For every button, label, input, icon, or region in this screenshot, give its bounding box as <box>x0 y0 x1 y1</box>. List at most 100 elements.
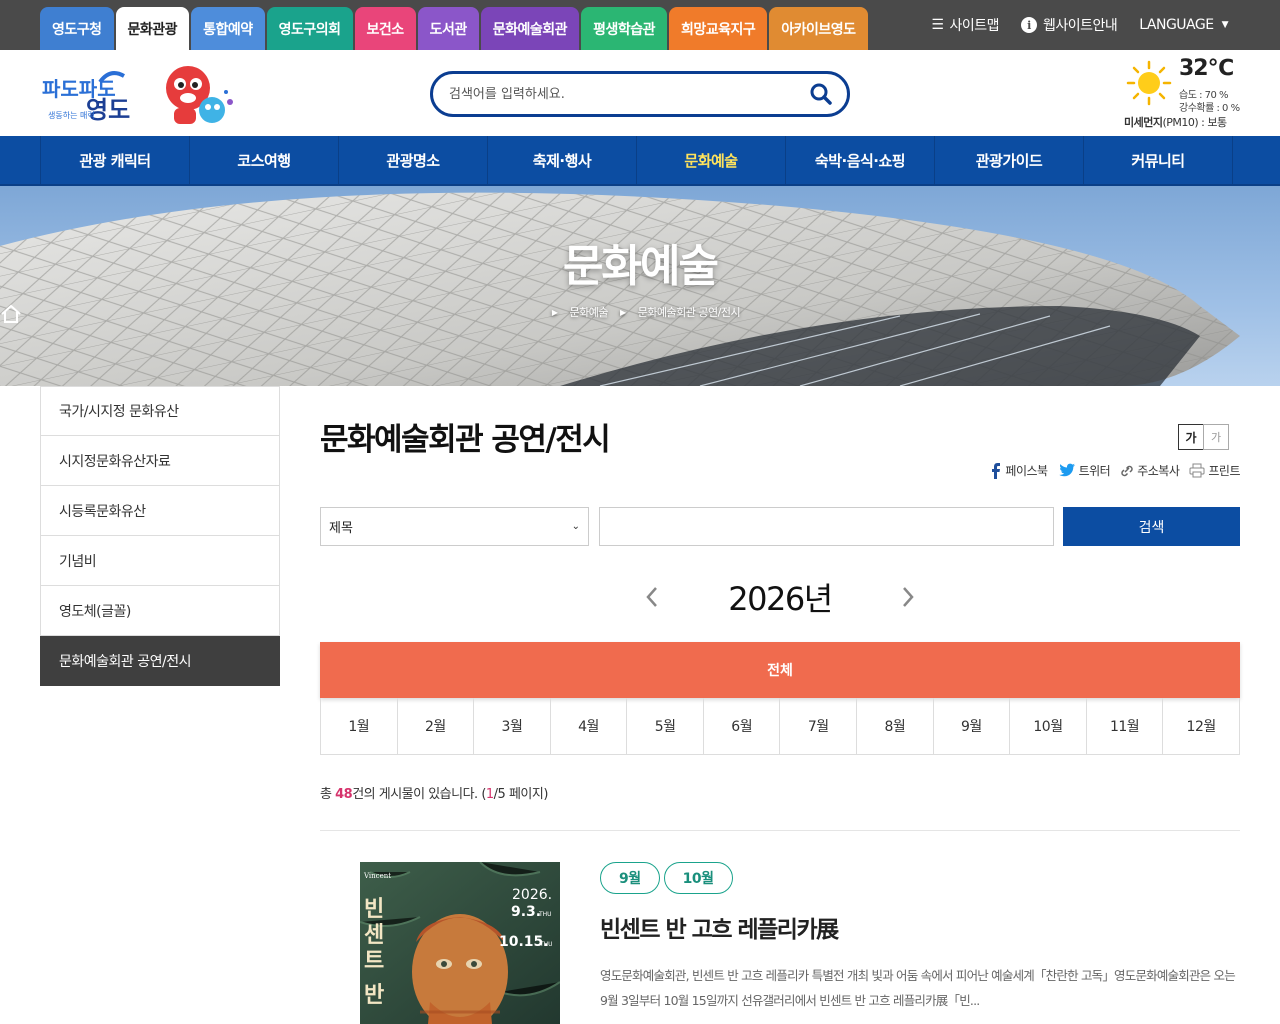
site-logo[interactable]: 파도파도 영도 생동하는 매력 <box>40 62 240 132</box>
month-tab[interactable]: 6월 <box>704 698 781 754</box>
main-navigation: 관광 캐릭터 코스여행 관광명소 축제·행사 문화예술 숙박·음식·쇼핑 관광가이드 커뮤니티 <box>0 136 1280 186</box>
chevron-right-icon[interactable] <box>896 582 920 612</box>
sun-icon <box>1126 60 1172 106</box>
website-guide-label: 웹사이트안내 <box>1043 18 1118 34</box>
search-input[interactable] <box>449 86 809 102</box>
site-tab[interactable]: 도서관 <box>417 7 479 50</box>
month-tab[interactable]: 9월 <box>934 698 1011 754</box>
poster-year: 2026. <box>512 887 552 903</box>
twitter-label: 트위터 <box>1078 464 1111 478</box>
site-tab[interactable]: 희망교육지구 <box>668 7 768 50</box>
print-button[interactable]: 프린트 <box>1189 462 1240 479</box>
month-tab[interactable]: 1월 <box>321 698 398 754</box>
post-thumbnail[interactable]: Vincent 빈 센 트 반 2026. 9.3. THU 10.15. TH… <box>360 862 560 1024</box>
sitemap-link[interactable]: ☰ 사이트맵 <box>931 15 999 35</box>
side-menu-item[interactable]: 국가/시지정 문화유산 <box>40 386 280 436</box>
side-menu-item[interactable]: 기념비 <box>40 536 280 586</box>
month-tab[interactable]: 11월 <box>1087 698 1164 754</box>
result-mid: 건의 게시물이 있습니다. ( <box>352 787 486 802</box>
site-tab[interactable]: 평생학습관 <box>581 7 667 50</box>
poster-title-char: 빈 <box>364 897 384 922</box>
divider <box>320 830 1240 831</box>
gnb-item[interactable]: 코스여행 <box>190 136 339 184</box>
month-tab-all[interactable]: 전체 <box>320 642 1240 698</box>
page-title: 문화예술회관 공연/전시 <box>320 422 611 458</box>
month-tab[interactable]: 3월 <box>474 698 551 754</box>
gnb-list: 관광 캐릭터 코스여행 관광명소 축제·행사 문화예술 숙박·음식·쇼핑 관광가이드 커뮤니티 <box>40 136 1240 184</box>
breadcrumb: ▶ 문화예술 ▶ 문화예술회관 공연/전시 <box>0 304 1280 323</box>
facebook-label: 페이스북 <box>1005 464 1048 478</box>
site-tab[interactable]: 아카이브영도 <box>769 7 868 50</box>
site-tabs: 영도구청 문화관광 통합예약 영도구의회 보건소 도서관 문화예술회관 평생학습관 희망교육지구… <box>40 7 870 50</box>
search-bar <box>430 71 850 117</box>
home-icon[interactable] <box>0 304 22 324</box>
poster-title-char: 반 <box>364 983 384 1008</box>
result-prefix: 총 <box>320 787 336 802</box>
facebook-icon <box>992 462 1001 479</box>
gnb-item[interactable]: 축제·행사 <box>488 136 637 184</box>
poster-caption: Vincent <box>363 872 391 880</box>
keyword-input[interactable] <box>599 507 1054 546</box>
gnb-item[interactable]: 관광명소 <box>339 136 488 184</box>
month-badge: 9월 <box>600 862 660 894</box>
print-icon <box>1189 463 1205 478</box>
site-tab[interactable]: 영도구의회 <box>266 7 353 50</box>
chevron-down-icon: ⌄ <box>571 521 580 532</box>
poster-start: 9.3. <box>511 904 541 920</box>
side-menu-item[interactable]: 영도체(글꼴) <box>40 586 280 636</box>
sitemap-label: 사이트맵 <box>949 18 999 34</box>
month-tab[interactable]: 5월 <box>627 698 704 754</box>
twitter-share[interactable]: 트위터 <box>1058 462 1111 479</box>
fine-dust: 미세먼지(PM10) : 보통 <box>1124 114 1227 130</box>
poster-end-day: THU <box>539 941 553 948</box>
gnb-item[interactable]: 관광가이드 <box>935 136 1084 184</box>
post-title[interactable]: 빈센트 반 고흐 레플리카展 <box>600 910 839 944</box>
gnb-item[interactable]: 커뮤니티 <box>1084 136 1233 184</box>
result-count: 총 48건의 게시물이 있습니다. (1/5 페이지) <box>320 783 548 802</box>
rain-chance: 강수확률 : 0 % <box>1179 103 1240 114</box>
gnb-item[interactable]: 관광 캐릭터 <box>41 136 190 184</box>
dust-label: 미세먼지 <box>1124 116 1163 129</box>
site-tab[interactable]: 문화관광 <box>115 7 190 50</box>
site-tab[interactable]: 문화예술회관 <box>480 7 580 50</box>
site-tab[interactable]: 보건소 <box>354 7 416 50</box>
month-tab[interactable]: 12월 <box>1163 698 1239 754</box>
utility-menu: ☰ 사이트맵 i 웹사이트안내 LANGUAGE ▼ <box>909 0 1229 50</box>
month-tab[interactable]: 2월 <box>398 698 475 754</box>
site-tab[interactable]: 통합예약 <box>191 7 265 50</box>
site-tab[interactable]: 영도구청 <box>40 7 114 50</box>
weather-widget: 32℃ 습도 : 70 % 강수확률 : 0 % 미세먼지(PM10) : 보통 <box>1124 56 1254 136</box>
search-field-select[interactable]: 제목 ⌄ <box>320 507 589 546</box>
breadcrumb-item-current[interactable]: 문화예술회관 공연/전시 <box>638 304 741 320</box>
font-size-down-button[interactable]: 가 <box>1203 424 1229 450</box>
breadcrumb-item[interactable]: 문화예술 <box>570 304 609 320</box>
gnb-item[interactable]: 문화예술 <box>637 136 786 184</box>
side-menu-item[interactable]: 시등록문화유산 <box>40 486 280 536</box>
dust-value: (PM10) : 보통 <box>1162 116 1227 129</box>
share-tools: 페이스북 트위터 주소복사 프린트 <box>980 462 1240 479</box>
hero-banner: 문화예술 ▶ 문화예술 ▶ 문화예술회관 공연/전시 <box>0 186 1280 386</box>
language-select[interactable]: LANGUAGE ▼ <box>1139 17 1228 33</box>
info-icon: i <box>1021 17 1037 33</box>
search-icon[interactable] <box>809 82 833 106</box>
twitter-icon <box>1058 463 1075 477</box>
language-label: LANGUAGE <box>1139 17 1214 33</box>
side-menu-item[interactable]: 시지정문화유산자료 <box>40 436 280 486</box>
month-tab[interactable]: 8월 <box>857 698 934 754</box>
website-guide-link[interactable]: i 웹사이트안내 <box>1021 15 1118 35</box>
copy-url-button[interactable]: 주소복사 <box>1120 462 1180 479</box>
result-current-page: 1 <box>485 787 494 802</box>
side-menu-item[interactable]: 문화예술회관 공연/전시 <box>40 636 280 686</box>
facebook-share[interactable]: 페이스북 <box>990 462 1048 479</box>
link-icon <box>1121 465 1133 476</box>
poster-start-day: THU <box>538 911 552 918</box>
caret-down-icon: ▼ <box>1221 20 1229 30</box>
gnb-item[interactable]: 숙박·음식·쇼핑 <box>786 136 935 184</box>
top-bar: 영도구청 문화관광 통합예약 영도구의회 보건소 도서관 문화예술회관 평생학습관 희망교육지구… <box>0 0 1280 50</box>
month-tab[interactable]: 7월 <box>780 698 858 754</box>
search-button[interactable]: 검색 <box>1063 507 1240 546</box>
font-size-up-button[interactable]: 가 <box>1178 424 1204 450</box>
month-tab[interactable]: 4월 <box>551 698 628 754</box>
month-tab[interactable]: 10월 <box>1010 698 1087 754</box>
breadcrumb-separator-icon: ▶ <box>620 307 626 317</box>
